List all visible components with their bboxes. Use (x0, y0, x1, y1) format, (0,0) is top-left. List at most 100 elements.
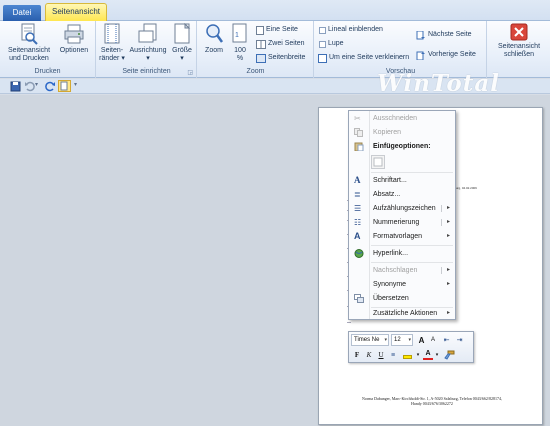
bullet-list-icon: ☰ (354, 204, 362, 213)
font-size-dropdown-icon[interactable]: ▾ (408, 335, 411, 345)
font-name-field[interactable]: Times Ne ▾ (351, 334, 389, 346)
menu-item-paste-options: Einfügeoptionen: (349, 140, 455, 153)
magnifier-zoom-icon (206, 24, 224, 43)
numbered-list-icon: ☷ (354, 218, 362, 227)
orientation-dropdown-icon: ▾ (146, 55, 150, 62)
group-print-label: Drucken (34, 68, 61, 75)
tab-file[interactable]: Datei (3, 5, 41, 21)
redo-icon[interactable] (45, 81, 56, 92)
menu-item-synonyms[interactable]: Synonyme ▸ (349, 278, 455, 291)
save-icon[interactable] (10, 81, 21, 92)
next-page-button[interactable]: Nächste Seite (416, 29, 472, 41)
menu-item-copy[interactable]: Kopieren (349, 126, 455, 139)
options-button[interactable]: Optionen (56, 23, 92, 55)
zoom-100-label-1: 100 (234, 47, 246, 54)
size-button[interactable]: Größe ▾ (171, 23, 193, 63)
shrink-font-button[interactable]: A (428, 335, 438, 346)
group-zoom-label: Zoom (246, 68, 265, 75)
menu-item-hyperlink-label: Hyperlink... (373, 250, 409, 257)
underline-button[interactable]: U (376, 350, 386, 361)
shrink-one-page-button[interactable]: Um eine Seite verkleinern (318, 52, 409, 64)
submenu-arrow-icon: ▸ (446, 310, 450, 316)
menu-item-additional-actions[interactable]: Zusätzliche Aktionen ▸ (349, 307, 455, 320)
font-name-value: Times Ne (354, 337, 380, 343)
menu-item-styles[interactable]: A Formatvorlagen ▸ (349, 230, 455, 243)
print-preview-and-print-button[interactable]: Seitenansicht und Drucken (6, 23, 52, 63)
increase-indent-icon[interactable]: ⇥ (454, 335, 465, 346)
tab-print-preview[interactable]: Seitenansicht (45, 3, 107, 22)
magnifier-checkbox[interactable]: Lupe (319, 38, 344, 50)
menu-item-numbering-label: Nummerierung (373, 219, 420, 226)
grow-font-button[interactable]: A (416, 335, 427, 346)
italic-letter: K (366, 351, 372, 359)
italic-button[interactable]: K (364, 350, 374, 361)
hyperlink-globe-icon (354, 249, 364, 258)
previous-page-label: Vorherige Seite (428, 51, 476, 58)
menu-separator (371, 245, 453, 246)
print-preview-qat-icon[interactable] (58, 80, 71, 92)
group-page-setup-label: Seite einrichten (122, 68, 171, 75)
center-align-icon[interactable]: ≡ (388, 350, 398, 361)
previous-page-button[interactable]: Vorherige Seite (416, 49, 476, 61)
highlight-marker-icon (402, 355, 412, 359)
menu-item-synonyms-label: Synonyme (373, 281, 407, 288)
undo-icon[interactable] (24, 81, 35, 92)
menu-item-numbering[interactable]: ☷ Nummerierung ▸ (349, 216, 455, 229)
menu-item-translate[interactable]: Übersetzen (349, 292, 455, 305)
menu-item-hyperlink[interactable]: Hyperlink... (349, 247, 455, 260)
font-color-dropdown-icon[interactable]: ▾ (434, 350, 440, 361)
page-width-icon (256, 53, 266, 63)
menu-split-divider (441, 267, 442, 274)
underline-letter: U (378, 351, 384, 359)
submenu-arrow-icon: ▸ (446, 267, 450, 273)
styles-icon: A (354, 231, 361, 241)
page-width-button[interactable]: Seitenbreite (256, 52, 305, 64)
orientation-button[interactable]: Ausrichtung ▾ (127, 23, 169, 63)
menu-item-font[interactable]: A Schriftart... (349, 174, 455, 187)
submenu-arrow-icon: ▸ (446, 281, 450, 287)
menu-split-divider (441, 205, 442, 212)
decrease-indent-icon[interactable]: ⇤ (441, 335, 452, 346)
menu-item-cut[interactable]: ✂ Ausschneiden (349, 112, 455, 125)
margins-button[interactable]: Seiten- ränder ▾ (99, 23, 125, 63)
highlight-button[interactable] (400, 350, 414, 361)
menu-item-font-label: Schriftart... (373, 177, 407, 184)
one-page-button[interactable]: Eine Seite (256, 24, 298, 36)
menu-item-cut-label: Ausschneiden (373, 115, 417, 122)
menu-item-lookup[interactable]: Nachschlagen ▸ (349, 264, 455, 277)
menu-item-additional-actions-label: Zusätzliche Aktionen (373, 310, 438, 317)
margins-label-2: ränder (99, 55, 120, 62)
font-size-value: 12 (394, 337, 401, 343)
bold-button[interactable]: F (352, 350, 362, 361)
menu-split-divider (441, 219, 442, 226)
highlight-dropdown-icon[interactable]: ▾ (415, 350, 421, 361)
two-pages-button[interactable]: Zwei Seiten (256, 38, 305, 50)
font-size-field[interactable]: 12 ▾ (391, 334, 413, 346)
mini-toolbar: Times Ne ▾ 12 ▾ A A ⇤ ⇥ F K U ≡ ▾ A ▾ (348, 331, 474, 363)
shrink-one-page-icon (318, 53, 327, 63)
close-label-2: schließen (504, 51, 534, 58)
format-painter-icon[interactable] (443, 350, 455, 361)
menu-item-bullets[interactable]: ☰ Aufzählungszeichen ▸ (349, 202, 455, 215)
show-ruler-checkbox[interactable]: Lineal einblenden (319, 24, 383, 36)
paste-keep-text-icon[interactable] (371, 155, 385, 169)
copy-icon (354, 128, 363, 137)
zoom-100-label-2: % (236, 55, 244, 62)
orientation-icon (138, 23, 157, 43)
margins-label-1: Seiten- (100, 47, 124, 54)
zoom-button[interactable]: Zoom (202, 23, 226, 55)
font-name-dropdown-icon[interactable]: ▾ (384, 335, 387, 345)
close-print-preview-button[interactable]: Seitenansicht schließen (492, 23, 546, 59)
print-preview-label-1: Seitenansicht (7, 47, 51, 54)
menu-item-lookup-label: Nachschlagen (373, 267, 418, 274)
font-color-button[interactable]: A (423, 349, 433, 360)
two-pages-icon (256, 39, 266, 49)
page-setup-dialog-launcher-icon[interactable]: ◲ (187, 69, 193, 76)
grow-font-letter: A (418, 336, 425, 345)
zoom-100-button[interactable]: 1 100 % (228, 23, 252, 63)
one-page-icon (256, 25, 264, 35)
print-preview-icon (21, 23, 38, 45)
customize-qat-dropdown-icon[interactable]: ▾ (74, 81, 85, 92)
menu-item-styles-label: Formatvorlagen (373, 233, 423, 240)
menu-item-paragraph[interactable]: ≣ Absatz... (349, 188, 455, 201)
